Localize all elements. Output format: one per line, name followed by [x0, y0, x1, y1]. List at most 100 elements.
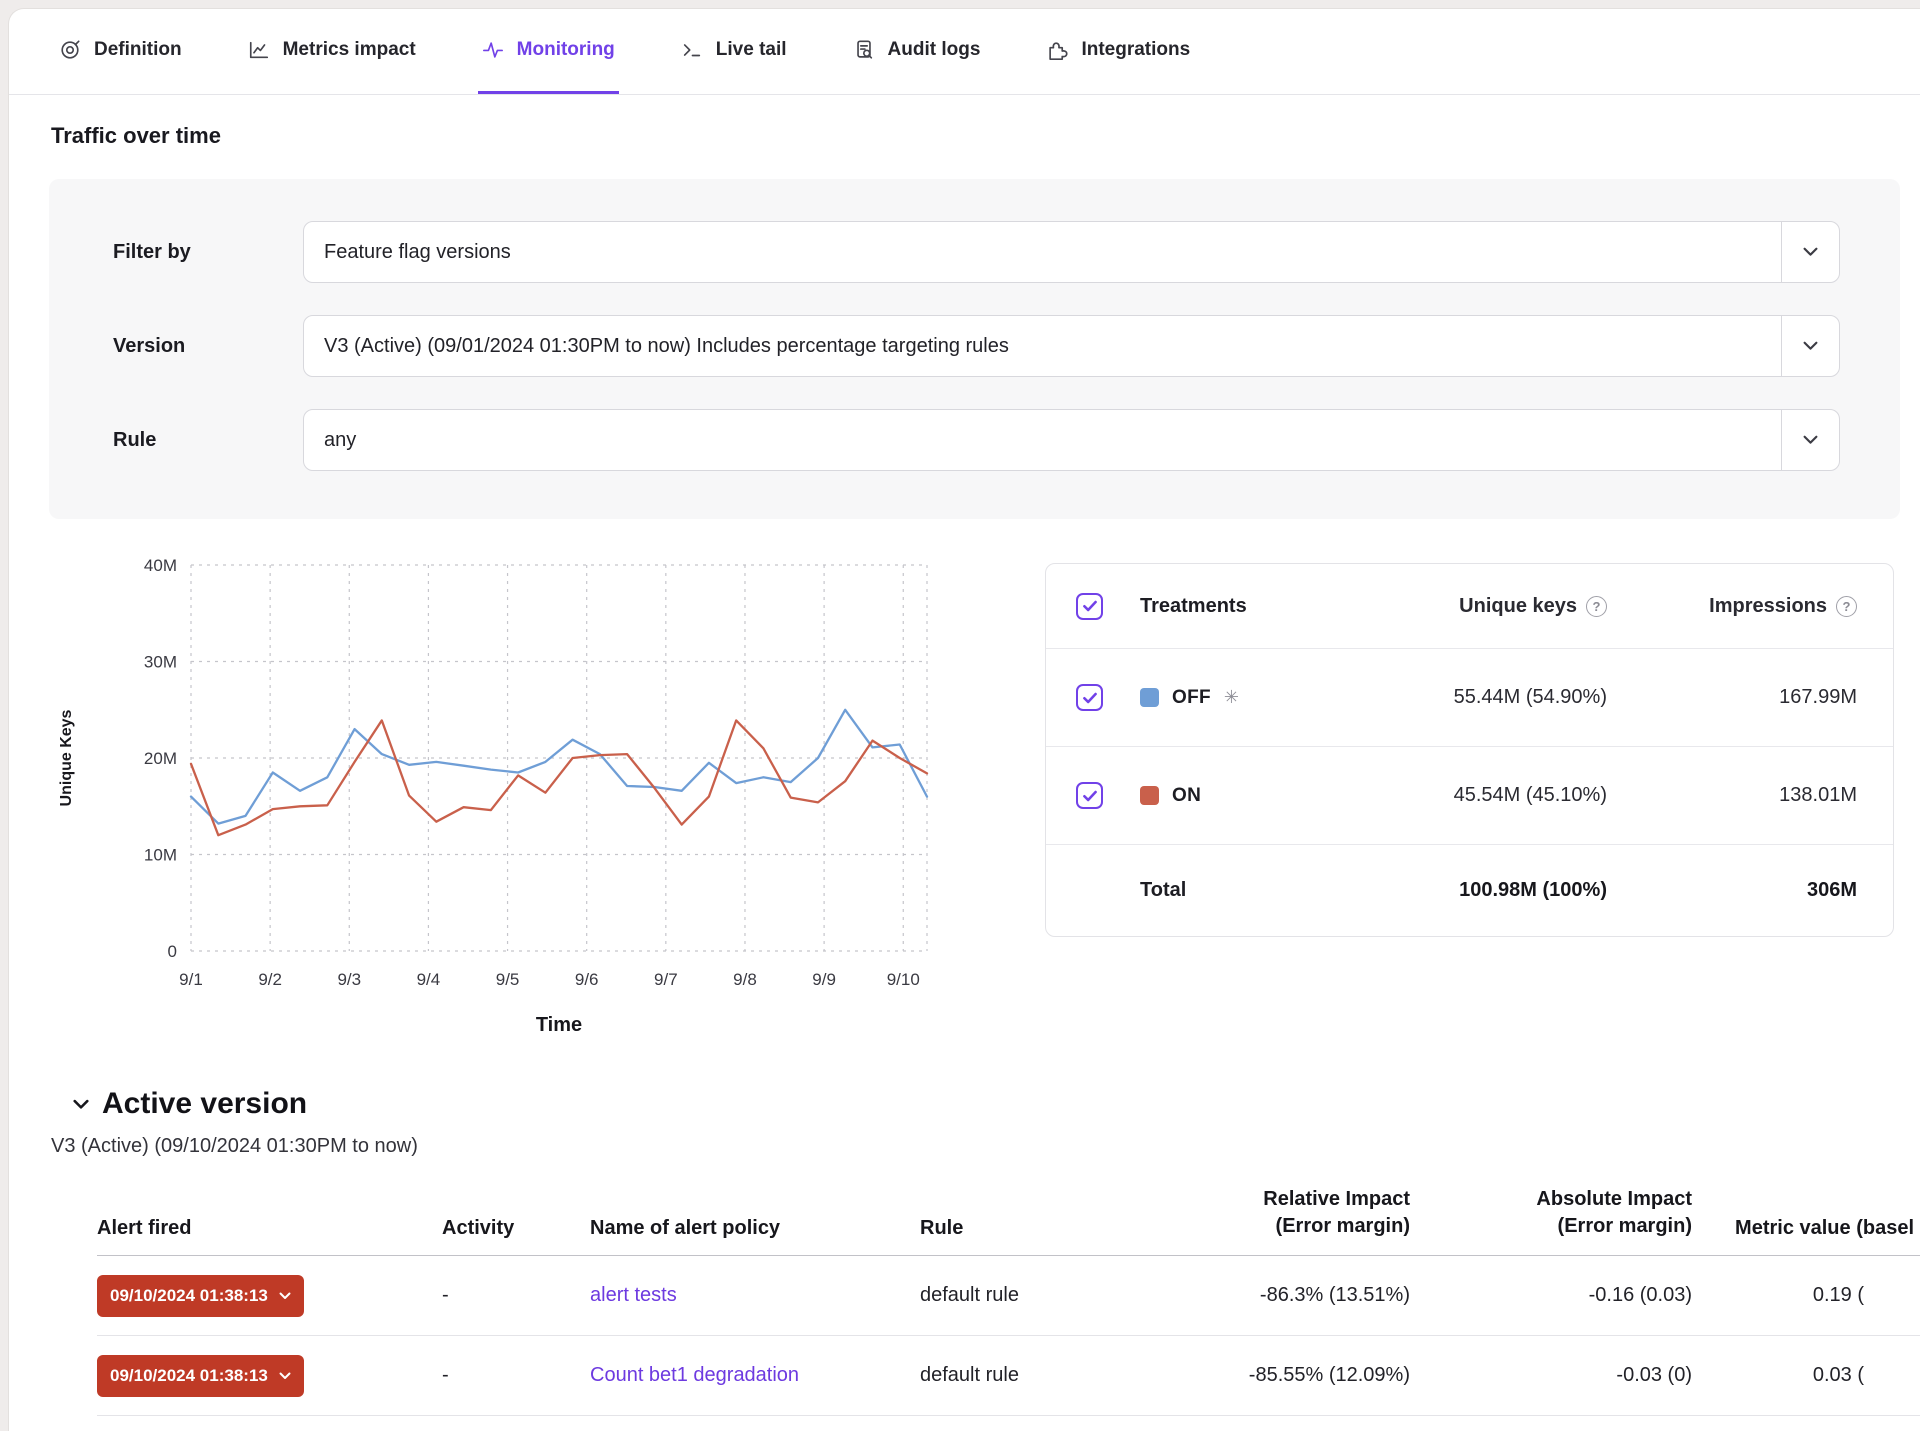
- treatments-column-header: Treatments: [1140, 595, 1262, 618]
- filter-panel: Filter by Feature flag versions Version …: [49, 179, 1900, 519]
- svg-text:9/10: 9/10: [887, 970, 920, 989]
- svg-text:9/1: 9/1: [179, 970, 203, 989]
- svg-text:0: 0: [168, 942, 177, 961]
- puzzle-icon: [1046, 39, 1068, 61]
- alert-time: 09/10/2024 01:38:13: [110, 1366, 268, 1386]
- col-activity: Activity: [442, 1217, 590, 1240]
- total-impressions: 306M: [1607, 879, 1857, 902]
- help-icon[interactable]: ?: [1586, 596, 1607, 617]
- col-policy: Name of alert policy: [590, 1217, 920, 1240]
- on-unique-keys: 45.54M (45.10%): [1262, 784, 1607, 807]
- on-impressions: 138.01M: [1607, 784, 1857, 807]
- active-version-section: Active version V3 (Active) (09/10/2024 0…: [51, 1087, 1920, 1431]
- alert-policy-link[interactable]: Count bet1 degradation: [590, 1364, 799, 1386]
- filter-by-select[interactable]: Feature flag versions: [303, 221, 1840, 283]
- monitoring-page: Definition Metrics impact Monitoring Liv…: [8, 8, 1920, 1431]
- tab-label: Live tail: [716, 39, 787, 61]
- on-checkbox[interactable]: [1076, 782, 1103, 809]
- collapse-chevron-icon[interactable]: [73, 1099, 89, 1110]
- svg-text:9/7: 9/7: [654, 970, 678, 989]
- frozen-icon: ✳: [1224, 687, 1239, 708]
- version-select[interactable]: V3 (Active) (09/01/2024 01:30PM to now) …: [303, 315, 1840, 377]
- svg-text:20M: 20M: [144, 749, 177, 768]
- relative-impact-cell: -86.3% (13.51%): [1142, 1284, 1410, 1307]
- alerts-table-header: Alert fired Activity Name of alert polic…: [97, 1182, 1920, 1256]
- svg-text:9/9: 9/9: [812, 970, 836, 989]
- col-absolute-impact: Absolute Impact (Error margin): [1410, 1186, 1692, 1240]
- tab-definition[interactable]: Definition: [55, 9, 186, 94]
- rule-cell: default rule: [920, 1364, 1142, 1387]
- document-search-icon: [853, 39, 875, 61]
- metric-value-cell: 0.03 (: [1692, 1364, 1920, 1387]
- tab-live-tail[interactable]: Live tail: [677, 9, 791, 94]
- svg-text:30M: 30M: [144, 653, 177, 672]
- tab-integrations[interactable]: Integrations: [1042, 9, 1194, 94]
- alert-time-dropdown[interactable]: 09/10/2024 01:38:13: [97, 1355, 304, 1397]
- off-checkbox[interactable]: [1076, 684, 1103, 711]
- col-relative-impact: Relative Impact (Error margin): [1142, 1186, 1410, 1240]
- tab-label: Definition: [94, 39, 182, 61]
- alert-policy-link[interactable]: alert tests: [590, 1284, 677, 1306]
- tab-monitoring[interactable]: Monitoring: [478, 9, 619, 94]
- absolute-impact-cell: -0.16 (0.03): [1410, 1284, 1692, 1307]
- chevron-down-icon: [1781, 410, 1839, 470]
- off-unique-keys: 55.44M (54.90%): [1262, 686, 1607, 709]
- rule-cell: default rule: [920, 1284, 1142, 1307]
- chevron-down-icon: [279, 1292, 291, 1300]
- activity-cell: -: [442, 1364, 590, 1387]
- tab-label: Integrations: [1081, 39, 1190, 61]
- svg-text:9/8: 9/8: [733, 970, 757, 989]
- active-version-subtitle: V3 (Active) (09/10/2024 01:30PM to now): [51, 1135, 1920, 1158]
- help-icon[interactable]: ?: [1836, 596, 1857, 617]
- impressions-column-header: Impressions ?: [1607, 595, 1857, 618]
- col-rule: Rule: [920, 1217, 1142, 1240]
- target-icon: [59, 39, 81, 61]
- treatment-name: OFF: [1172, 687, 1211, 709]
- treatments-total-row: Total 100.98M (100%) 306M: [1046, 844, 1893, 936]
- unique-keys-column-header: Unique keys ?: [1262, 595, 1607, 618]
- filter-by-value: Feature flag versions: [324, 241, 1781, 264]
- svg-text:9/4: 9/4: [417, 970, 441, 989]
- chevron-down-icon: [1781, 222, 1839, 282]
- treatment-row-off: OFF ✳ 55.44M (54.90%) 167.99M: [1046, 648, 1893, 746]
- on-series-swatch: [1140, 786, 1159, 805]
- svg-text:9/2: 9/2: [258, 970, 282, 989]
- filter-by-row: Filter by Feature flag versions: [113, 221, 1840, 283]
- activity-cell: -: [442, 1284, 590, 1307]
- active-version-title: Active version: [102, 1087, 307, 1121]
- col-alert-fired: Alert fired: [97, 1217, 442, 1240]
- treatment-row-on: ON 45.54M (45.10%) 138.01M: [1046, 746, 1893, 844]
- filter-by-label: Filter by: [113, 241, 303, 264]
- svg-text:9/6: 9/6: [575, 970, 599, 989]
- version-value: V3 (Active) (09/01/2024 01:30PM to now) …: [324, 335, 1781, 358]
- svg-text:9/3: 9/3: [337, 970, 361, 989]
- col-metric-value: Metric value (basel: [1692, 1217, 1920, 1240]
- unique-keys-label: Unique keys: [1459, 595, 1577, 618]
- tab-label: Metrics impact: [283, 39, 416, 61]
- svg-text:10M: 10M: [144, 846, 177, 865]
- version-label: Version: [113, 335, 303, 358]
- rule-row: Rule any: [113, 409, 1840, 471]
- off-impressions: 167.99M: [1607, 686, 1857, 709]
- svg-text:Unique Keys: Unique Keys: [58, 709, 75, 806]
- alert-time: 09/10/2024 01:38:13: [110, 1286, 268, 1306]
- svg-text:40M: 40M: [144, 556, 177, 575]
- alert-row: 09/10/2024 01:46:53 - Custom metrics ale…: [97, 1416, 1920, 1431]
- page-title: Traffic over time: [51, 123, 1920, 149]
- terminal-icon: [681, 39, 703, 61]
- alert-row: 09/10/2024 01:38:13 - alert tests defaul…: [97, 1256, 1920, 1336]
- tab-audit-logs[interactable]: Audit logs: [849, 9, 985, 94]
- tab-metrics-impact[interactable]: Metrics impact: [244, 9, 420, 94]
- relative-impact-cell: -85.55% (12.09%): [1142, 1364, 1410, 1387]
- traffic-over-time-chart: 010M20M30M40M9/19/29/39/49/59/69/79/89/9…: [45, 553, 1013, 1053]
- svg-text:Time: Time: [536, 1014, 582, 1036]
- rule-select[interactable]: any: [303, 409, 1840, 471]
- tab-label: Monitoring: [517, 39, 615, 61]
- alert-time-dropdown[interactable]: 09/10/2024 01:38:13: [97, 1275, 304, 1317]
- total-label: Total: [1140, 879, 1262, 902]
- version-row: Version V3 (Active) (09/01/2024 01:30PM …: [113, 315, 1840, 377]
- select-all-checkbox[interactable]: [1076, 593, 1103, 620]
- absolute-impact-cell: -0.03 (0): [1410, 1364, 1692, 1387]
- pulse-icon: [482, 39, 504, 61]
- alert-row: 09/10/2024 01:38:13 - Count bet1 degrada…: [97, 1336, 1920, 1416]
